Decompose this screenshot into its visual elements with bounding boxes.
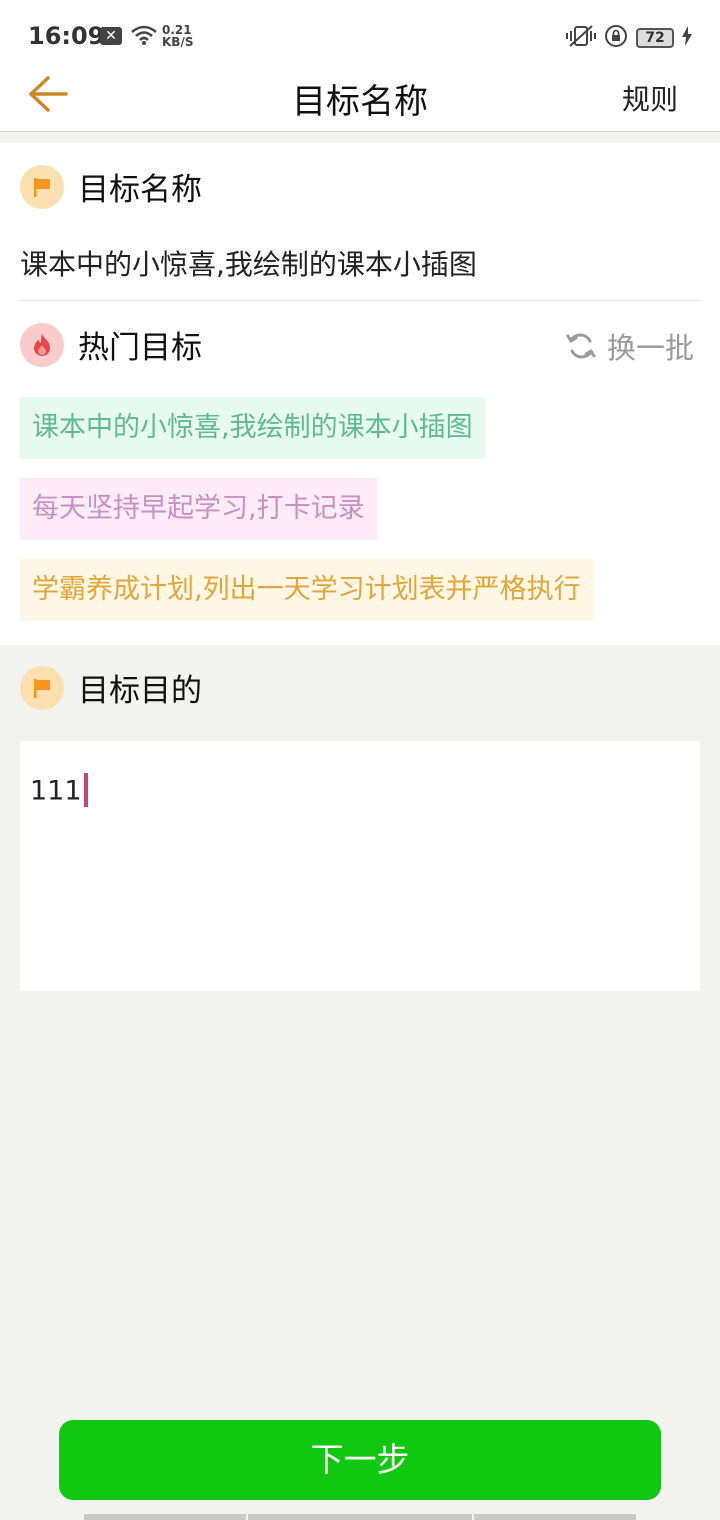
purpose-value: 111 [30,775,82,807]
next-step-button[interactable]: 下一步 [59,1420,661,1500]
purpose-text: 111 [30,773,88,809]
refresh-icon [566,333,596,359]
purpose-input[interactable]: 111 [20,741,700,991]
hot-goals-title: 热门目标 [78,330,202,366]
nav-bar: 目标名称 规则 [0,64,720,132]
flag-icon [20,665,64,710]
status-icons: 72 [566,24,692,52]
divider [20,300,700,301]
purpose-header: 目标目的 [20,665,202,710]
text-cursor [83,773,88,807]
goal-card: 目标名称 课本中的小惊喜,我绘制的课本小插图 热门目标 换一批 课本中的小惊喜,… [0,143,720,645]
fire-icon [20,322,64,367]
rotation-lock-icon [604,24,628,52]
hot-goal-tag[interactable]: 学霸养成计划,列出一天学习计划表并严格执行 [20,559,593,621]
status-time: 16:09 [28,22,105,50]
hot-goals-header: 热门目标 [20,322,202,367]
refresh-button[interactable]: 换一批 [565,325,694,367]
charging-icon [682,26,692,50]
refresh-label: 换一批 [606,331,694,365]
close-box-icon: ✕ [100,27,122,45]
battery-indicator: 72 [636,28,674,48]
flag-icon [20,164,64,209]
network-speed: 0.21 KB/S [162,24,193,48]
nav-gesture-bar [84,1514,246,1520]
speed-unit: KB/S [162,35,194,49]
purpose-title: 目标目的 [78,673,202,709]
rules-link[interactable]: 规则 [622,78,678,118]
status-bar: 16:09 ✕ 0.21 KB/S 72 [0,0,720,64]
goal-name-value[interactable]: 课本中的小惊喜,我绘制的课本小插图 [20,243,477,283]
goal-name-header: 目标名称 [20,164,202,209]
vibrate-icon [566,24,596,52]
nav-gesture-bar [474,1514,636,1520]
page-title: 目标名称 [292,82,428,122]
nav-gesture-bar [248,1514,472,1520]
goal-name-title: 目标名称 [78,172,202,208]
wifi-icon [130,24,158,50]
hot-goal-tag[interactable]: 每天坚持早起学习,打卡记录 [20,478,377,540]
hot-goal-tag[interactable]: 课本中的小惊喜,我绘制的课本小插图 [20,397,485,459]
